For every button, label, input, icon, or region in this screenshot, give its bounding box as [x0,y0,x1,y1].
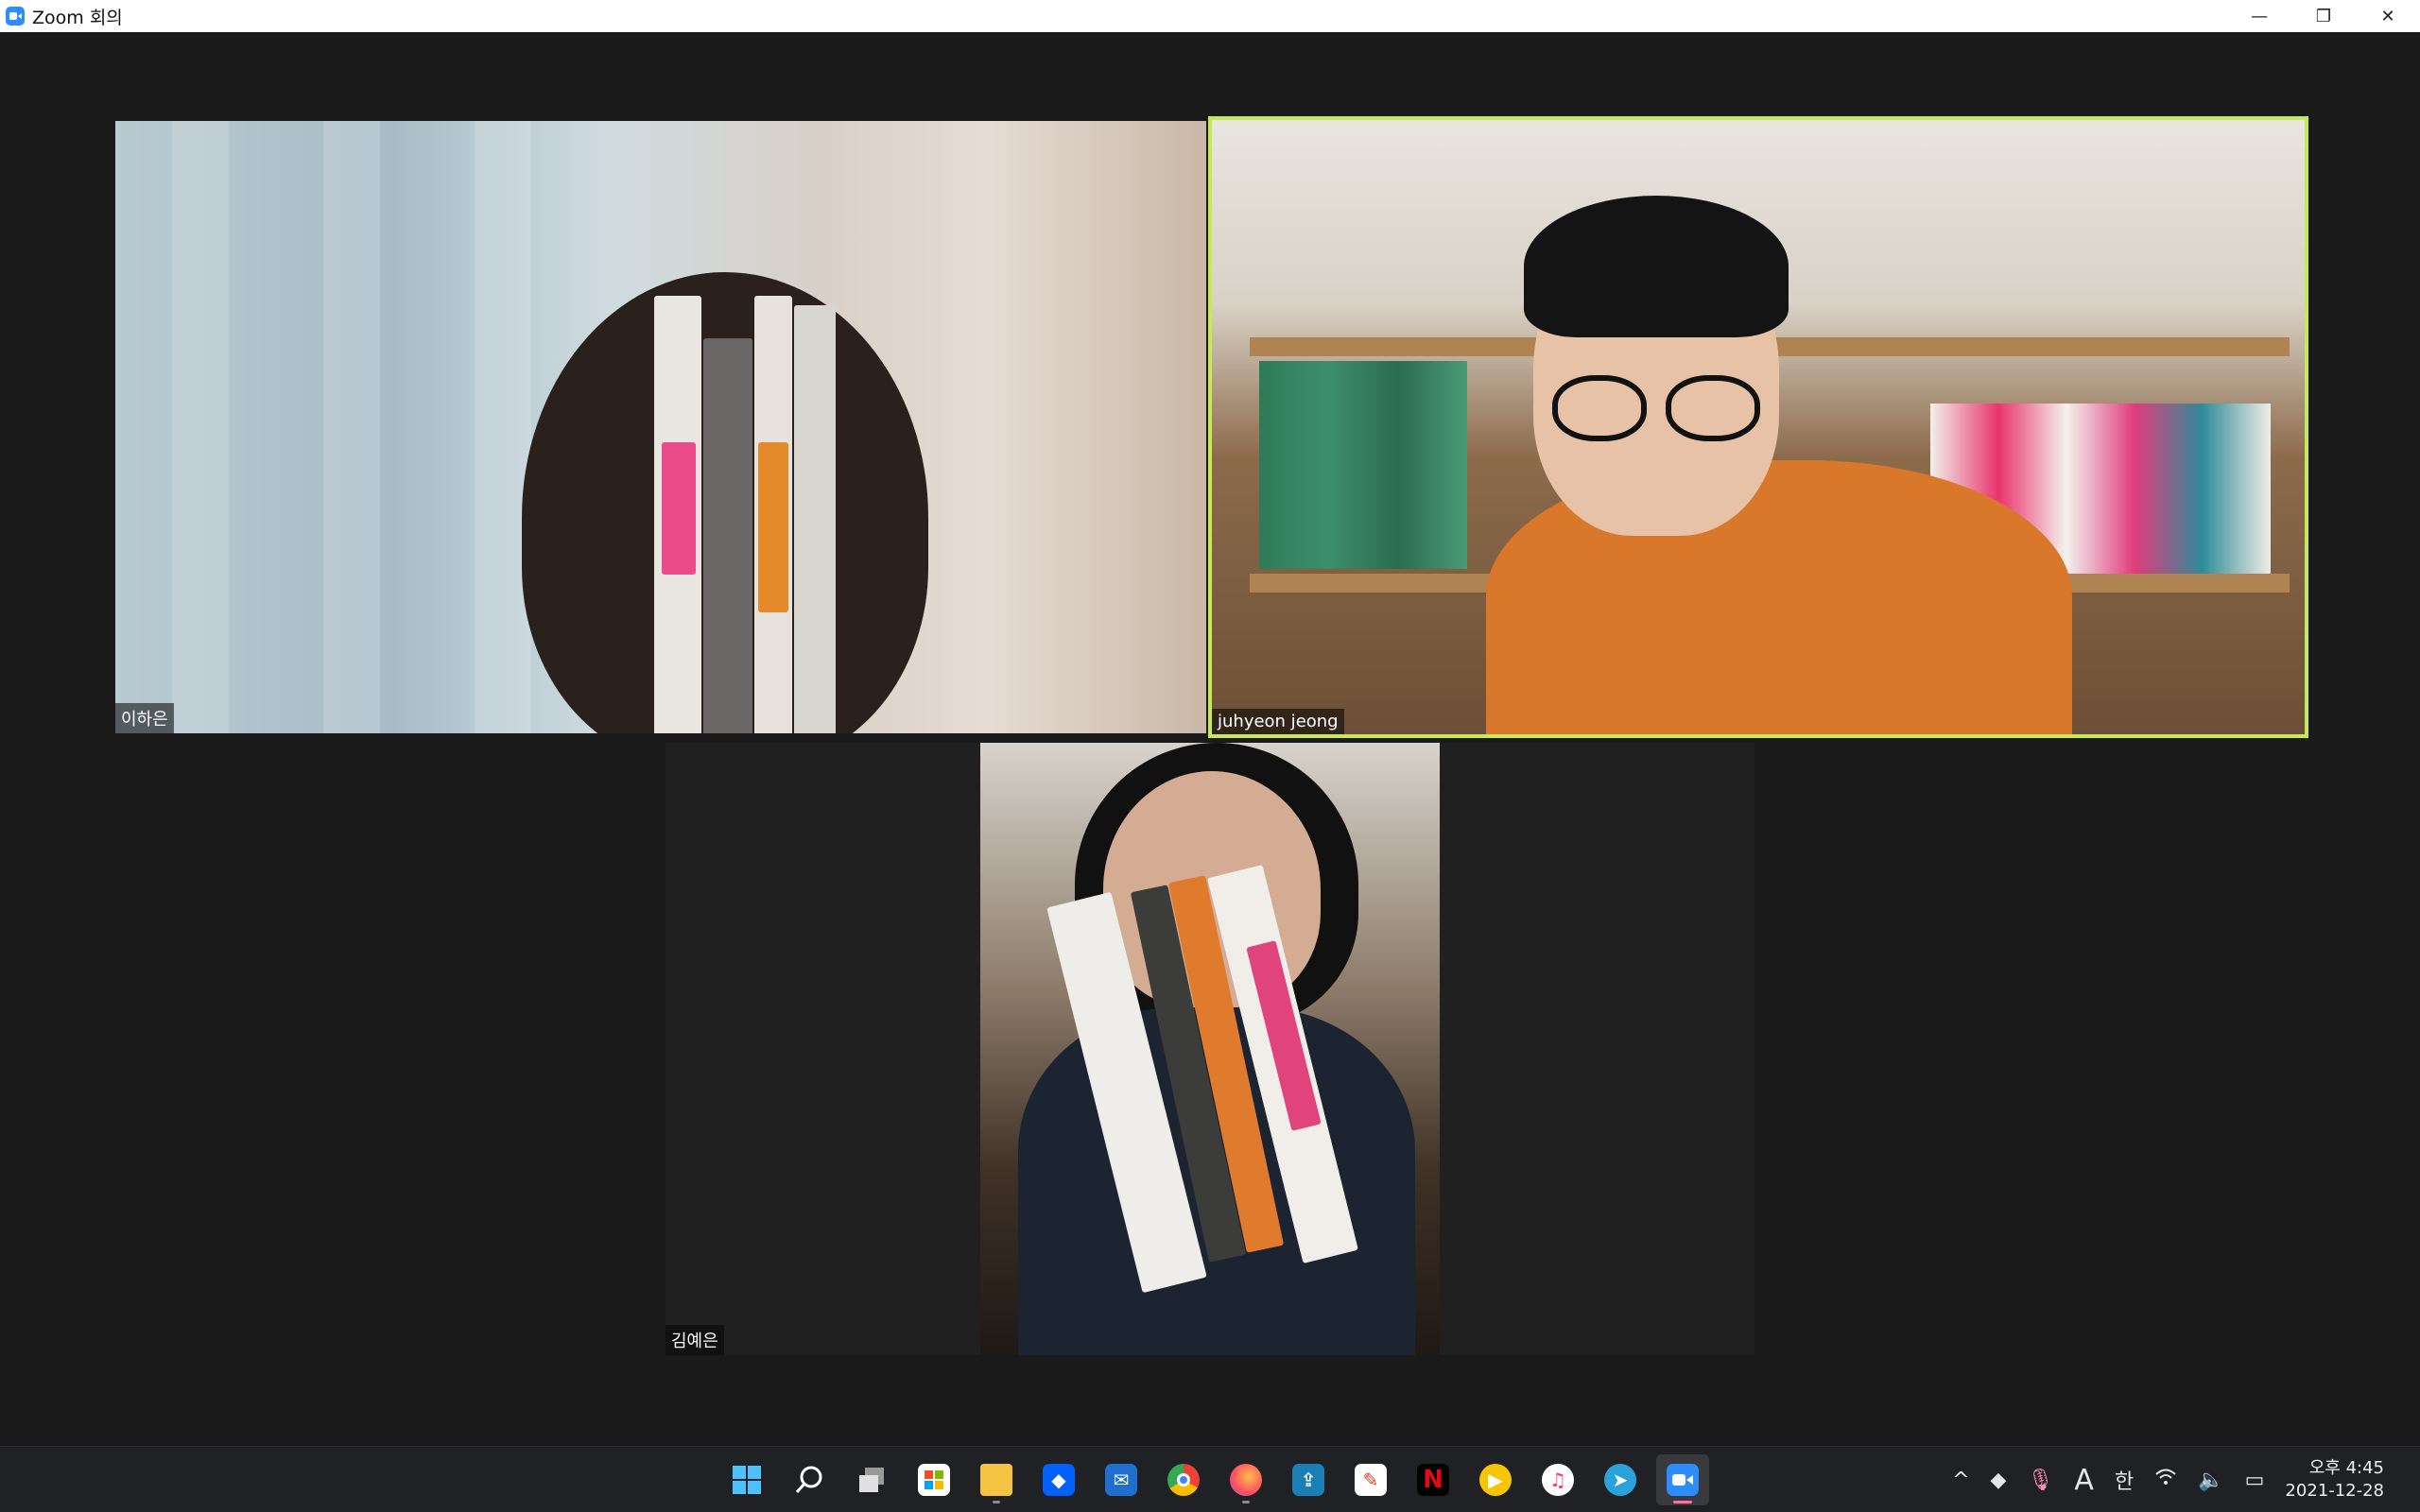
firefox-icon [1230,1464,1262,1496]
restore-button[interactable]: ❐ [2291,0,2356,32]
close-icon: ✕ [2380,6,2395,26]
clock-date: 2021-12-28 [2285,1481,2384,1501]
participant-video-3-feed [980,743,1440,1355]
minimize-icon: — [2251,6,2268,26]
volume-icon[interactable]: 🔈 [2198,1469,2223,1492]
task-view-button[interactable] [845,1454,898,1505]
show-hidden-icons-button[interactable]: ^ [1952,1469,1969,1492]
curtain-decoration [323,121,380,733]
start-icon [731,1464,763,1496]
glasses-left [1552,375,1647,441]
itunes-icon: ♫ [1542,1464,1574,1496]
window-controls: — ❐ ✕ [2227,0,2420,32]
ime-mode-button[interactable]: A [2074,1464,2094,1497]
running-indicator [1242,1501,1250,1503]
search-icon [793,1464,825,1496]
dropbox-button[interactable]: ◆ [1032,1454,1085,1505]
microphone-icon[interactable]: 🎙 [2027,1469,2053,1492]
zoom-icon [1667,1464,1699,1496]
system-tray: ^ ◆ 🎙 A 한 🔈 ▭ 오후 4:45 2021-12-28 [1952,1447,2420,1512]
firefox-button[interactable] [1219,1454,1272,1505]
file-explorer-icon [980,1464,1012,1496]
person-hair [1524,196,1789,337]
media-player-button[interactable]: ▶ [1469,1454,1522,1505]
app-icon: ⇪ [1292,1464,1324,1496]
running-indicator [993,1501,1000,1503]
chrome-icon [1167,1464,1200,1496]
book [794,305,836,733]
app-button[interactable]: ⇪ [1282,1454,1335,1505]
itunes-button[interactable]: ♫ [1531,1454,1584,1505]
participant-name: 김예은 [666,1325,724,1355]
start-button[interactable] [720,1454,773,1505]
zoom-button[interactable] [1656,1454,1709,1505]
book-label [758,442,788,612]
telegram-icon: ➤ [1604,1464,1636,1496]
clock-time: 오후 4:45 [2308,1458,2384,1478]
title-bar: Zoom 회의 — ❐ ✕ [0,0,2420,32]
mail-icon: ✉ [1105,1464,1137,1496]
chrome-button[interactable] [1157,1454,1210,1505]
language-button[interactable]: 한 [2115,1465,2134,1495]
taskbar-apps: ◆ ✉ ⇪ ✎ N ▶ ♫ ➤ [720,1454,1709,1505]
participant-name: juhyeon jeong [1212,709,1344,734]
pen-icon: ✎ [1355,1464,1387,1496]
wifi-icon[interactable] [2154,1468,2177,1492]
participant-name: 이하은 [115,703,174,733]
netflix-icon: N [1417,1464,1449,1496]
clock[interactable]: 오후 4:45 2021-12-28 [2285,1457,2384,1503]
task-view-icon [856,1464,888,1496]
participant-video-2[interactable]: juhyeon jeong [1208,116,2308,738]
curtain-decoration [475,121,531,733]
participant-video-1[interactable]: 이하은 [115,121,1206,733]
search-button[interactable] [783,1454,836,1505]
dropbox-icon: ◆ [1043,1464,1075,1496]
running-indicator [1673,1501,1692,1503]
window-title: Zoom 회의 [32,7,123,28]
curtain-decoration [172,121,229,733]
dropbox-tray-icon[interactable]: ◆ [1991,1469,2007,1492]
netflix-button[interactable]: N [1407,1454,1460,1505]
books-row [1259,361,1467,569]
pen-app-button[interactable]: ✎ [1344,1454,1397,1505]
minimize-button[interactable]: — [2227,0,2291,32]
zoom-app-icon [6,7,25,26]
book-label [662,442,696,575]
store-icon [918,1464,950,1496]
mail-button[interactable]: ✉ [1095,1454,1148,1505]
restore-icon: ❐ [2315,6,2332,26]
book [703,338,752,733]
battery-icon[interactable]: ▭ [2245,1469,2265,1492]
media-player-icon: ▶ [1479,1464,1512,1496]
close-button[interactable]: ✕ [2356,0,2420,32]
glasses-right [1666,375,1760,441]
telegram-button[interactable]: ➤ [1594,1454,1647,1505]
taskbar: ◆ ✉ ⇪ ✎ N ▶ ♫ ➤ ^ ◆ 🎙 A 한 🔈 ▭ 오후 4:45 20… [0,1446,2420,1512]
store-button[interactable] [908,1454,960,1505]
file-explorer-button[interactable] [970,1454,1023,1505]
